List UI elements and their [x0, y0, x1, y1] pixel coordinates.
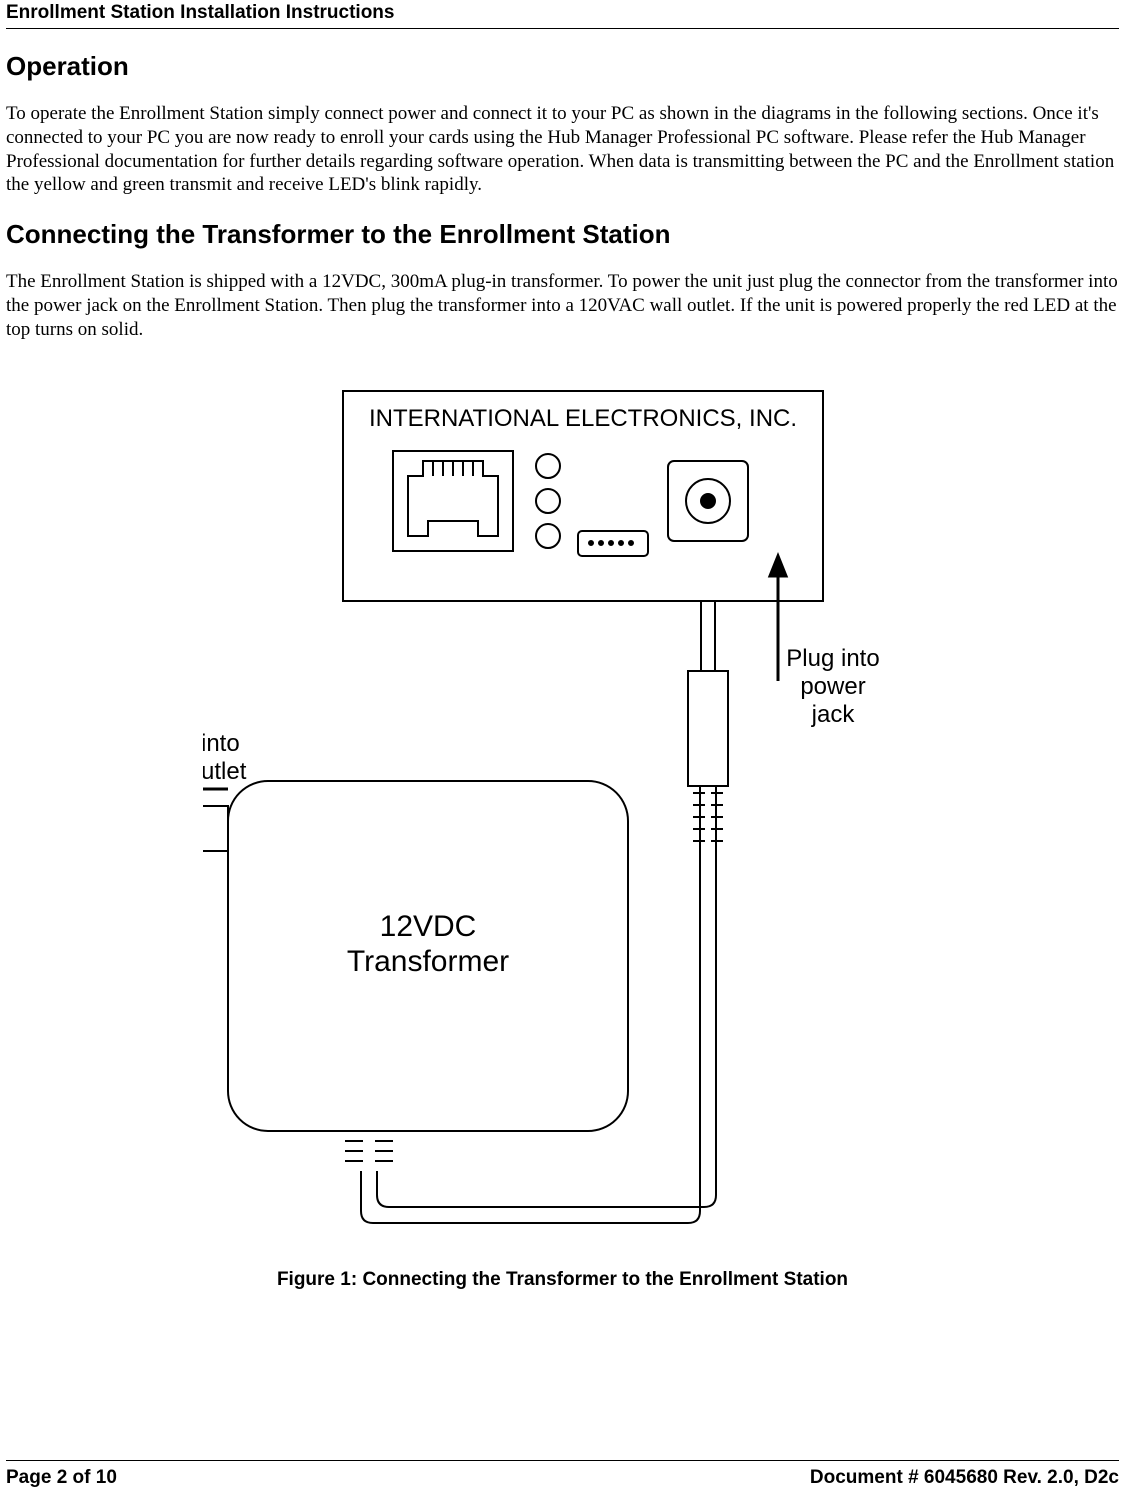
- barrel-plug-icon: [688, 601, 728, 786]
- section-body-operation: To operate the Enrollment Station simply…: [6, 102, 1119, 197]
- cable-strain-vertical-icon: [693, 793, 723, 841]
- figure-caption: Figure 1: Connecting the Transformer to …: [6, 1269, 1119, 1291]
- page-footer: Page 2 of 10 Document # 6045680 Rev. 2.0…: [6, 1460, 1119, 1489]
- company-label: INTERNATIONAL ELECTRONICS, INC.: [368, 405, 796, 432]
- wall-plug-icon: [203, 806, 228, 851]
- label-wall-l2: wall outlet: [203, 758, 247, 785]
- label-power-jack-l3: jack: [810, 701, 855, 728]
- transformer-label-l2: Transformer: [346, 945, 508, 978]
- arrow-power-jack-icon: [770, 556, 786, 681]
- section-body-connecting: The Enrollment Station is shipped with a…: [6, 270, 1119, 341]
- label-power-jack-l1: Plug into: [786, 645, 879, 672]
- footer-docnum: Document # 6045680 Rev. 2.0, D2c: [810, 1467, 1119, 1489]
- page-header: Enrollment Station Installation Instruct…: [6, 0, 1119, 29]
- transformer-diagram-icon: INTERNATIONAL ELECTRONICS, INC.: [203, 381, 923, 1241]
- section-heading-operation: Operation: [6, 51, 1119, 82]
- label-power-jack-l2: power: [800, 673, 865, 700]
- transformer-label-l1: 12VDC: [379, 910, 476, 943]
- cable-strain-bottom-icon: [345, 1141, 393, 1161]
- label-wall-l1: Plug into: [203, 730, 240, 757]
- section-heading-connecting: Connecting the Transformer to the Enroll…: [6, 219, 1119, 250]
- header-title: Enrollment Station Installation Instruct…: [6, 2, 394, 23]
- figure-1: INTERNATIONAL ELECTRONICS, INC.: [6, 381, 1119, 1291]
- footer-page: Page 2 of 10: [6, 1467, 117, 1489]
